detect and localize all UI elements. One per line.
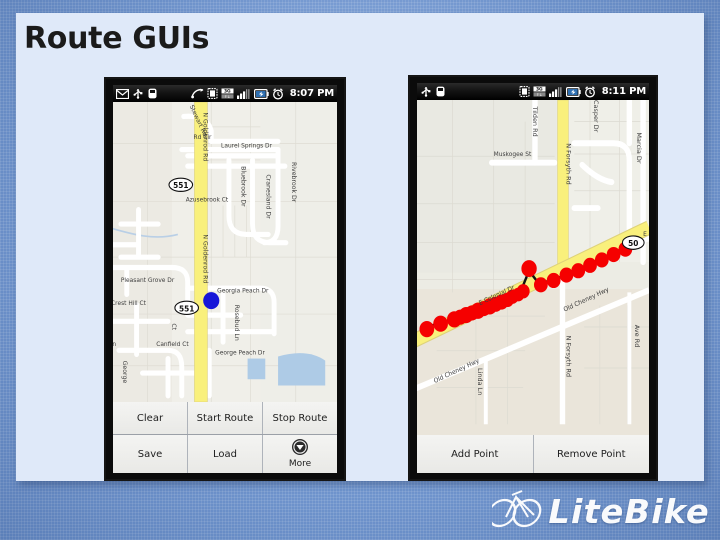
- svg-text:George: George: [121, 361, 128, 384]
- sd-card-icon: [519, 86, 530, 97]
- phone-left-map[interactable]: 551 551 N Goldenrod Rd N Goldenrod Rd St…: [113, 102, 337, 402]
- svg-text:↑↓: ↑↓: [536, 93, 542, 97]
- chevron-down-circle-icon: [291, 438, 309, 459]
- svg-text:Cranesland Dr: Cranesland Dr: [264, 174, 271, 219]
- svg-text:551: 551: [173, 181, 188, 190]
- 3g-icon: 3G ↑↓: [533, 86, 546, 97]
- more-button-label: More: [288, 459, 312, 470]
- sync-icon: [190, 88, 204, 99]
- svg-text:Linda Ln: Linda Ln: [476, 368, 483, 395]
- android-icon: [435, 86, 446, 97]
- phone-right-device: 3G ↑↓ 8:11 PM 50 Muskogee St Tilden Rd N…: [408, 75, 658, 481]
- svg-text:Azusebrook Ct: Azusebrook Ct: [186, 196, 229, 203]
- svg-text:Tilden Rd: Tilden Rd: [531, 105, 538, 136]
- svg-text:Georgia Peach Dr: Georgia Peach Dr: [217, 287, 269, 294]
- status-bar-clock: 8:11 PM: [601, 86, 646, 97]
- 3g-icon: 3G ↑↓: [221, 88, 234, 99]
- phone-left-device: 3G ↑↓ 8:07 PM 551 551 N Goldenrod Rd N G…: [104, 77, 346, 481]
- phone-right-button-row: Add Point Remove Point: [417, 435, 649, 473]
- alarm-clock-icon: [272, 87, 284, 100]
- svg-text:George Peach Dr: George Peach Dr: [215, 349, 265, 356]
- svg-text:Pleasant Grove Dr: Pleasant Grove Dr: [121, 277, 175, 284]
- battery-charging-icon: [253, 88, 269, 99]
- svg-text:Ct: Ct: [170, 323, 177, 330]
- signal-bars-icon: [548, 86, 563, 97]
- svg-text:Bluebrook Dr: Bluebrook Dr: [240, 166, 247, 207]
- stop-route-button[interactable]: Stop Route: [263, 402, 337, 434]
- svg-text:3G: 3G: [224, 89, 231, 95]
- status-bar-clock: 8:07 PM: [289, 88, 334, 99]
- svg-text:50: 50: [628, 239, 639, 248]
- phone-right-status-bar: 3G ↑↓ 8:11 PM: [417, 83, 649, 100]
- svg-text:3G: 3G: [536, 87, 543, 93]
- clear-button[interactable]: Clear: [113, 402, 187, 434]
- battery-charging-icon: [565, 86, 581, 97]
- sd-card-icon: [207, 88, 218, 99]
- svg-text:↑↓: ↑↓: [224, 95, 230, 99]
- svg-text:551: 551: [179, 304, 194, 313]
- phone-left-button-row-1: Clear Start Route Stop Route: [113, 402, 337, 434]
- alarm-clock-icon: [584, 85, 596, 98]
- start-route-button[interactable]: Start Route: [188, 402, 262, 434]
- svg-text:Muskogee St: Muskogee St: [494, 151, 532, 158]
- svg-text:N Forsyth Rd: N Forsyth Rd: [565, 143, 572, 185]
- svg-text:Ave Rd: Ave Rd: [633, 325, 640, 348]
- svg-text:Laurel Springs Dr: Laurel Springs Dr: [221, 142, 272, 149]
- litebike-logo: LiteBike: [487, 489, 710, 534]
- phone-left-button-row-2: Save Load More: [113, 434, 337, 473]
- svg-text:Ln: Ln: [113, 341, 116, 348]
- slide-content-panel: Route GUIs 3G ↑↓ 8:07 PM 551 551 N Golde…: [16, 13, 704, 481]
- svg-text:Canfield Ct: Canfield Ct: [156, 341, 189, 348]
- phone-right-screen: 3G ↑↓ 8:11 PM 50 Muskogee St Tilden Rd N…: [417, 83, 649, 473]
- phone-left-status-bar: 3G ↑↓ 8:07 PM: [113, 85, 337, 102]
- svg-text:N Forsyth Rd: N Forsyth Rd: [565, 336, 572, 378]
- more-button[interactable]: More: [263, 435, 337, 473]
- signal-bars-icon: [236, 88, 251, 99]
- load-button[interactable]: Load: [188, 435, 262, 473]
- page-title: Route GUIs: [24, 21, 210, 56]
- svg-text:Rivebrook Dr: Rivebrook Dr: [290, 162, 297, 203]
- svg-text:N Goldenrod Rd: N Goldenrod Rd: [201, 234, 208, 283]
- svg-text:Rd Cir: Rd Cir: [194, 134, 212, 141]
- my-location-dot: [203, 292, 220, 310]
- logo-text: LiteBike: [548, 492, 710, 531]
- svg-text:Rosebud Ln: Rosebud Ln: [233, 305, 240, 341]
- svg-text:Crest Hill Ct: Crest Hill Ct: [113, 300, 147, 307]
- svg-text:Casper Dr: Casper Dr: [592, 100, 599, 133]
- bicycle-icon: [487, 489, 548, 534]
- save-button[interactable]: Save: [113, 435, 187, 473]
- android-icon: [147, 88, 158, 99]
- usb-icon: [132, 88, 144, 99]
- gmail-icon: [116, 88, 129, 99]
- remove-point-button[interactable]: Remove Point: [533, 435, 649, 473]
- svg-text:Marcia Dr: Marcia Dr: [635, 132, 642, 164]
- svg-text:E: E: [643, 231, 647, 238]
- usb-icon: [420, 86, 432, 97]
- phone-right-map[interactable]: 50 Muskogee St Tilden Rd N Forsyth Rd N …: [417, 100, 649, 435]
- add-point-button[interactable]: Add Point: [417, 435, 533, 473]
- phone-left-screen: 3G ↑↓ 8:07 PM 551 551 N Goldenrod Rd N G…: [113, 85, 337, 473]
